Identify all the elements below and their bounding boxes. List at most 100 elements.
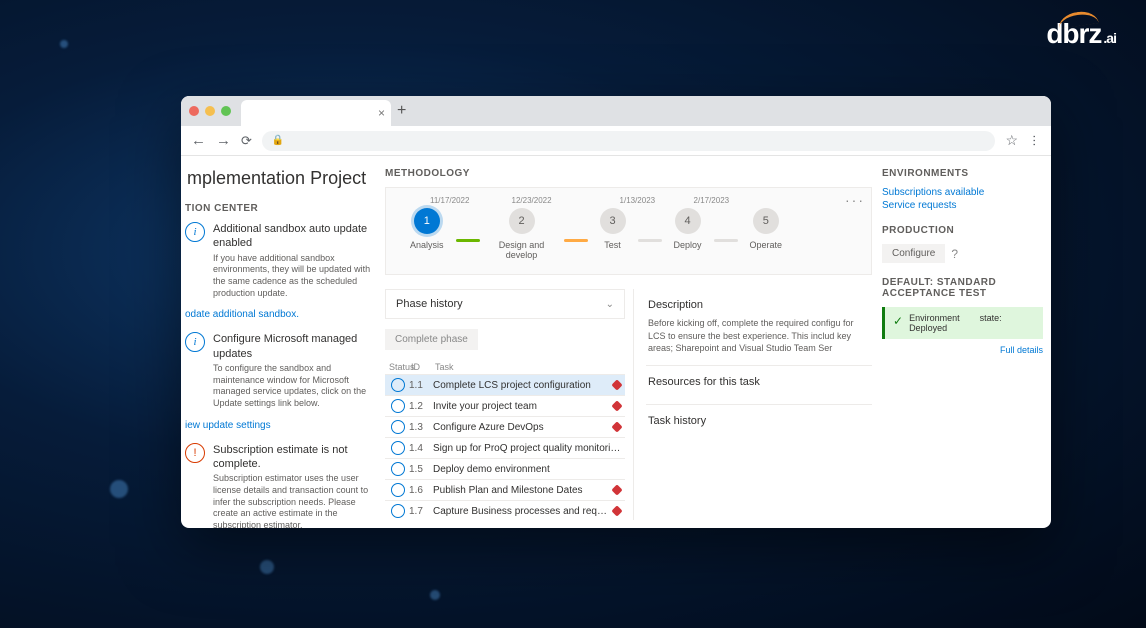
production-label: PRODUCTION	[882, 225, 1043, 236]
environment-link[interactable]: Service requests	[882, 200, 1043, 211]
task-name: Sign up for ProQ project quality monitor…	[433, 443, 621, 454]
notice-item: ! Subscription estimate is not complete.…	[185, 443, 371, 528]
info-icon: i	[185, 332, 205, 352]
task-required-icon	[611, 421, 622, 432]
environment-status-card[interactable]: ✓ Environment state: Deployed	[882, 307, 1043, 339]
methodology-step[interactable]: 5 Operate	[738, 198, 795, 250]
task-row[interactable]: 1.4 Sign up for ProQ project quality mon…	[385, 437, 625, 458]
task-required-icon	[611, 400, 622, 411]
methodology-step[interactable]: 2/17/2023 4 Deploy	[662, 198, 714, 250]
step-label: Operate	[750, 240, 783, 250]
step-number: 1	[414, 208, 440, 234]
phase-history-label: Phase history	[396, 298, 463, 310]
full-details-link[interactable]: Full details	[882, 345, 1043, 355]
task-table-header: Status ID Task	[385, 360, 625, 374]
description-body: Before kicking off, complete the require…	[648, 317, 870, 355]
task-history-label: Task history	[648, 415, 870, 427]
task-row[interactable]: 1.5 Deploy demo environment	[385, 458, 625, 479]
warning-icon: !	[185, 443, 205, 463]
task-row[interactable]: 1.3 Configure Azure DevOps	[385, 416, 625, 437]
task-row[interactable]: 1.6 Publish Plan and Milestone Dates	[385, 479, 625, 500]
help-icon[interactable]: ?	[951, 247, 958, 261]
step-number: 3	[600, 208, 626, 234]
task-status-icon	[391, 462, 405, 476]
check-icon: ✓	[893, 314, 903, 328]
step-number: 2	[509, 208, 535, 234]
task-history-section[interactable]: Task history	[646, 405, 872, 443]
minimize-window-icon[interactable]	[205, 106, 215, 116]
step-date: 2/17/2023	[694, 196, 730, 205]
env-card-line2: Deployed	[909, 323, 1002, 333]
reload-button[interactable]: ⟳	[241, 133, 252, 149]
resources-section[interactable]: Resources for this task	[646, 366, 872, 405]
url-field[interactable]: 🔒	[262, 131, 996, 151]
page-title: mplementation Project	[187, 168, 371, 189]
forward-button[interactable]: →	[216, 132, 231, 149]
notice-link[interactable]: odate additional sandbox.	[185, 309, 371, 320]
step-number: 4	[675, 208, 701, 234]
resources-label: Resources for this task	[648, 376, 870, 388]
environments-label: ENVIRONMENTS	[882, 168, 1043, 179]
configure-button[interactable]: Configure	[882, 244, 945, 263]
environment-link[interactable]: Subscriptions available	[882, 187, 1043, 198]
info-icon: i	[185, 222, 205, 242]
methodology-step[interactable]: 11/17/2022 1 Analysis	[398, 198, 456, 250]
task-name: Deploy demo environment	[433, 464, 621, 475]
task-status-icon	[391, 483, 405, 497]
notice-body-text: To configure the sandbox and maintenance…	[213, 363, 371, 410]
page-content: mplementation Project TION CENTER i Addi…	[181, 156, 1051, 528]
task-id: 1.4	[409, 443, 433, 454]
step-connector	[638, 239, 662, 242]
bookmark-icon[interactable]: ☆	[1005, 132, 1018, 149]
task-list-panel: Phase history ⌄ Complete phase Status ID…	[385, 289, 625, 520]
notice-title: Configure Microsoft managed updates	[213, 332, 371, 361]
notice-body-text: Subscription estimator uses the user lic…	[213, 473, 371, 528]
step-label: Test	[604, 240, 621, 250]
browser-window: × + ← → ⟳ 🔒 ☆ ⋯ mplementation Project TI…	[181, 96, 1051, 528]
task-row[interactable]: 1.7 Capture Business processes and requi…	[385, 500, 625, 520]
task-status-icon	[391, 378, 405, 392]
task-required-icon	[611, 379, 622, 390]
env-card-line1b: state:	[980, 313, 1002, 323]
phase-history-dropdown[interactable]: Phase history ⌄	[385, 289, 625, 319]
complete-phase-button[interactable]: Complete phase	[385, 329, 478, 350]
step-connector	[564, 239, 588, 242]
task-detail-panel: Description Before kicking off, complete…	[633, 289, 872, 520]
task-name: Publish Plan and Milestone Dates	[433, 485, 609, 496]
window-controls[interactable]	[189, 106, 231, 116]
action-center-label: TION CENTER	[185, 203, 371, 214]
notice-item: i Configure Microsoft managed updates To…	[185, 332, 371, 409]
methodology-steps: ··· 11/17/2022 1 Analysis 12/23/2022 2 D…	[385, 187, 872, 275]
close-tab-icon[interactable]: ×	[378, 106, 385, 120]
step-connector	[456, 239, 480, 242]
brand-logo: dbrz.ai	[1046, 18, 1116, 50]
task-row[interactable]: 1.1 Complete LCS project configuration	[385, 374, 625, 395]
col-task: Task	[435, 362, 621, 372]
action-center-column: mplementation Project TION CENTER i Addi…	[181, 156, 381, 528]
methodology-step[interactable]: 1/13/2023 3 Test	[588, 198, 638, 250]
task-id: 1.2	[409, 401, 433, 412]
step-date: 12/23/2022	[512, 196, 552, 205]
notice-link[interactable]: iew update settings	[185, 420, 371, 431]
task-row[interactable]: 1.2 Invite your project team	[385, 395, 625, 416]
task-status-icon	[391, 399, 405, 413]
task-status-icon	[391, 504, 405, 518]
new-tab-button[interactable]: +	[397, 102, 406, 120]
browser-tab[interactable]: ×	[241, 100, 391, 126]
back-button[interactable]: ←	[191, 132, 206, 149]
address-bar: ← → ⟳ 🔒 ☆ ⋯	[181, 126, 1051, 156]
maximize-window-icon[interactable]	[221, 106, 231, 116]
notice-item: i Additional sandbox auto update enabled…	[185, 222, 371, 299]
step-label: Deploy	[674, 240, 702, 250]
default-env-label: DEFAULT: STANDARD ACCEPTANCE TEST	[882, 277, 1043, 299]
col-id: ID	[411, 362, 435, 372]
task-id: 1.3	[409, 422, 433, 433]
close-window-icon[interactable]	[189, 106, 199, 116]
step-label: Analysis	[410, 240, 444, 250]
step-date: 1/13/2023	[620, 196, 656, 205]
step-label: Design and develop	[492, 240, 552, 260]
task-required-icon	[611, 484, 622, 495]
methodology-step[interactable]: 12/23/2022 2 Design and develop	[480, 198, 564, 260]
browser-menu-icon[interactable]: ⋯	[1028, 134, 1042, 147]
description-section[interactable]: Description Before kicking off, complete…	[646, 289, 872, 366]
